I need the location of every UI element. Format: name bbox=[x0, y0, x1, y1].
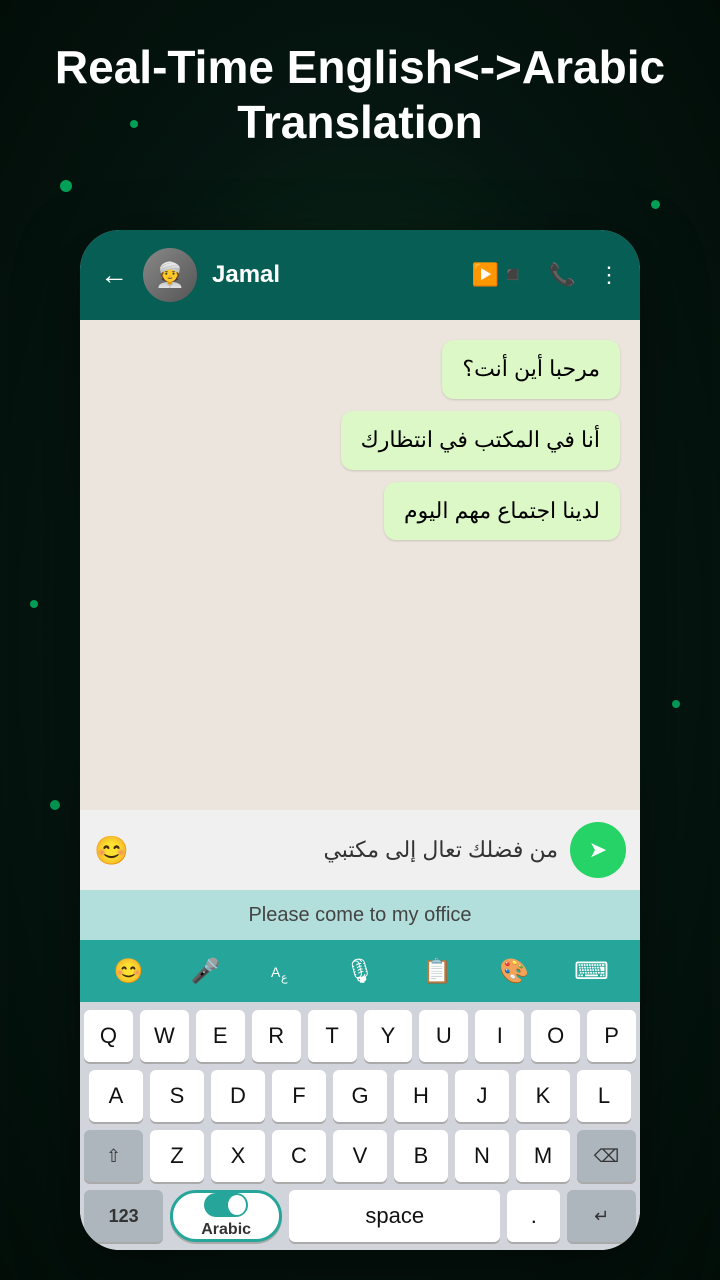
translate-button[interactable]: A ع bbox=[258, 946, 308, 996]
dot-decoration bbox=[672, 700, 680, 708]
key-b[interactable]: B bbox=[394, 1130, 448, 1182]
chat-area: مرحبا أين أنت؟ أنا في المكتب في انتظارك … bbox=[80, 320, 640, 810]
header-icons: ▶️◾ 📞 ⋮ bbox=[472, 262, 620, 288]
key-c[interactable]: C bbox=[272, 1130, 326, 1182]
key-i[interactable]: I bbox=[475, 1010, 524, 1062]
key-l[interactable]: L bbox=[577, 1070, 631, 1122]
toggle-switch bbox=[204, 1193, 248, 1217]
message-bubble-2: أنا في المكتب في انتظارك bbox=[341, 411, 620, 470]
input-area: 😊 من فضلك تعال إلى مكتبي ➤ bbox=[80, 810, 640, 890]
arabic-toggle-key[interactable]: Arabic bbox=[170, 1190, 282, 1242]
key-v[interactable]: V bbox=[333, 1130, 387, 1182]
emoji-tool-button[interactable]: 😊 bbox=[104, 946, 154, 996]
key-m[interactable]: M bbox=[516, 1130, 570, 1182]
send-icon: ➤ bbox=[589, 837, 607, 863]
translation-bar: Please come to my office bbox=[80, 890, 640, 940]
key-d[interactable]: D bbox=[211, 1070, 265, 1122]
phone-call-icon[interactable]: 📞 bbox=[549, 262, 576, 288]
period-key[interactable]: . bbox=[507, 1190, 560, 1242]
key-j[interactable]: J bbox=[455, 1070, 509, 1122]
back-button[interactable]: ← bbox=[100, 259, 128, 291]
key-z[interactable]: Z bbox=[150, 1130, 204, 1182]
keyboard-row-1: Q W E R T Y U I O P bbox=[84, 1010, 636, 1062]
keyboard-toolbar: 😊 🎤 A ع 🎙 📋 🎨 ⌨ bbox=[80, 940, 640, 1002]
key-x[interactable]: X bbox=[211, 1130, 265, 1182]
numbers-key[interactable]: 123 bbox=[84, 1190, 163, 1242]
key-s[interactable]: S bbox=[150, 1070, 204, 1122]
keyboard-icon-button[interactable]: ⌨ bbox=[566, 946, 616, 996]
key-o[interactable]: O bbox=[531, 1010, 580, 1062]
dot-decoration bbox=[651, 200, 660, 209]
avatar-image: 👳 bbox=[143, 248, 197, 302]
key-f[interactable]: F bbox=[272, 1070, 326, 1122]
keyboard-row-2: A S D F G H J K L bbox=[84, 1070, 636, 1122]
key-y[interactable]: Y bbox=[364, 1010, 413, 1062]
keyboard-row-3: ⇧ Z X C V B N M ⌫ bbox=[84, 1130, 636, 1182]
video-call-icon[interactable]: ▶️◾ bbox=[472, 262, 527, 288]
voice-translate-button[interactable]: 🎤 bbox=[181, 946, 231, 996]
key-q[interactable]: Q bbox=[84, 1010, 133, 1062]
backspace-key[interactable]: ⌫ bbox=[577, 1130, 636, 1182]
send-button[interactable]: ➤ bbox=[570, 822, 626, 878]
svg-text:ع: ع bbox=[281, 972, 288, 984]
theme-button[interactable]: 🎨 bbox=[489, 946, 539, 996]
key-p[interactable]: P bbox=[587, 1010, 636, 1062]
key-h[interactable]: H bbox=[394, 1070, 448, 1122]
translation-text: Please come to my office bbox=[248, 904, 471, 927]
arabic-toggle-label: Arabic bbox=[201, 1221, 251, 1239]
key-n[interactable]: N bbox=[455, 1130, 509, 1182]
keyboard-row-4: 123 Arabic space . ↵ bbox=[84, 1190, 636, 1242]
message-bubble-1: مرحبا أين أنت؟ bbox=[442, 340, 620, 399]
key-u[interactable]: U bbox=[419, 1010, 468, 1062]
dot-decoration bbox=[30, 600, 38, 608]
key-k[interactable]: K bbox=[516, 1070, 570, 1122]
message-input[interactable]: من فضلك تعال إلى مكتبي bbox=[141, 837, 558, 863]
phone-frame: ← 👳 Jamal ▶️◾ 📞 ⋮ مرحبا أين أنت؟ أنا في … bbox=[80, 230, 640, 1250]
contact-name: Jamal bbox=[212, 261, 457, 289]
mic-button[interactable]: 🎙 bbox=[335, 946, 385, 996]
key-r[interactable]: R bbox=[252, 1010, 301, 1062]
enter-key[interactable]: ↵ bbox=[567, 1190, 636, 1242]
chat-header: ← 👳 Jamal ▶️◾ 📞 ⋮ bbox=[80, 230, 640, 320]
keyboard: Q W E R T Y U I O P A S D F G H J K L ⇧ … bbox=[80, 1002, 640, 1250]
input-field-wrap: من فضلك تعال إلى مكتبي bbox=[141, 837, 558, 863]
svg-text:A: A bbox=[271, 964, 281, 980]
more-options-icon[interactable]: ⋮ bbox=[598, 262, 620, 288]
avatar: 👳 bbox=[143, 248, 197, 302]
toggle-knob bbox=[228, 1195, 246, 1215]
key-g[interactable]: G bbox=[333, 1070, 387, 1122]
emoji-button[interactable]: 😊 bbox=[94, 834, 129, 867]
dot-decoration bbox=[50, 800, 60, 810]
key-t[interactable]: T bbox=[308, 1010, 357, 1062]
page-title: Real-Time English<->Arabic Translation bbox=[0, 40, 720, 150]
message-bubble-3: لدينا اجتماع مهم اليوم bbox=[384, 482, 620, 541]
space-key[interactable]: space bbox=[289, 1190, 500, 1242]
key-a[interactable]: A bbox=[89, 1070, 143, 1122]
key-w[interactable]: W bbox=[140, 1010, 189, 1062]
key-e[interactable]: E bbox=[196, 1010, 245, 1062]
clipboard-button[interactable]: 📋 bbox=[412, 946, 462, 996]
dot-decoration bbox=[60, 180, 72, 192]
shift-key[interactable]: ⇧ bbox=[84, 1130, 143, 1182]
